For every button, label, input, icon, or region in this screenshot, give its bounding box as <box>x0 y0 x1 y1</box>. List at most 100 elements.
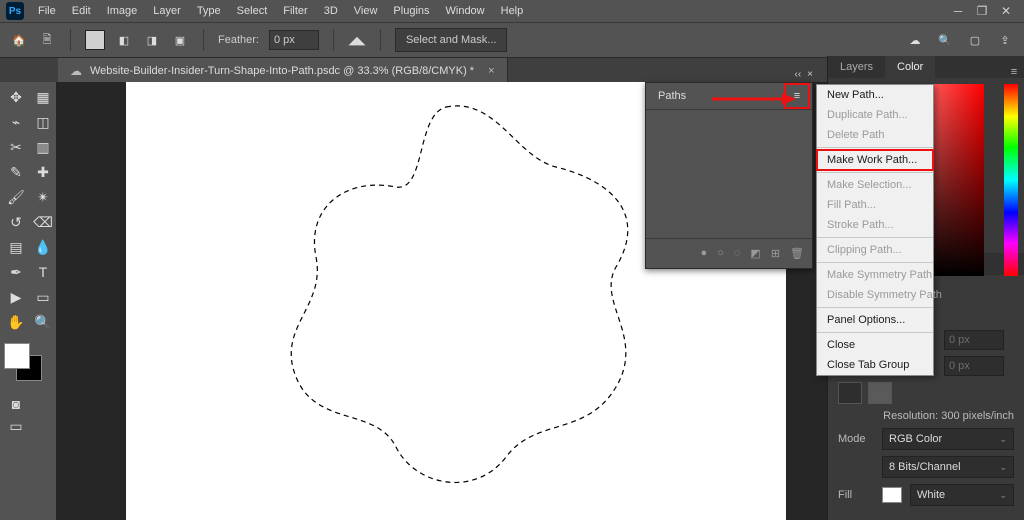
menu-window[interactable]: Window <box>438 2 493 20</box>
delete-path-icon[interactable]: 🗑 <box>790 247 804 260</box>
search-icon[interactable]: 🔍 <box>936 31 954 49</box>
menu-help[interactable]: Help <box>493 2 532 20</box>
color-panel-menu-icon[interactable]: ≡ <box>1004 66 1024 78</box>
fill-dropdown[interactable]: White⌄ <box>910 484 1014 506</box>
flyout-item[interactable]: Close Tab Group <box>817 355 933 375</box>
options-bar: 🏠 🗎 ◧ ◨ ▣ Feather: ◢◣ Select and Mask...… <box>0 23 1024 58</box>
resolution-label: Resolution: 300 pixels/inch <box>838 410 1014 422</box>
pen-tool-icon[interactable]: ✒ <box>4 261 28 283</box>
quick-mask-icon[interactable]: ◙ <box>4 393 28 415</box>
object-select-tool-icon[interactable]: ◫ <box>31 111 55 133</box>
tab-layers[interactable]: Layers <box>828 56 885 78</box>
menu-image[interactable]: Image <box>99 2 146 20</box>
canvas-x-field: 0 px <box>944 330 1004 350</box>
flyout-item: Make Selection... <box>817 175 933 195</box>
artboard-tool-icon[interactable]: ▦ <box>31 86 55 108</box>
selection-intersect-icon[interactable]: ▣ <box>171 31 189 49</box>
paths-footer: ● ○ ◌ ◩ ⊞ 🗑 <box>646 238 812 267</box>
share-icon[interactable]: ⇪ <box>996 31 1014 49</box>
menu-view[interactable]: View <box>346 2 386 20</box>
window-close-icon[interactable]: ✕ <box>994 4 1018 18</box>
flyout-item[interactable]: Close <box>817 335 933 355</box>
path-select-icon[interactable]: ▶ <box>4 286 28 308</box>
color-panel-tabs: Layers Color ≡ <box>828 56 1024 78</box>
menu-plugins[interactable]: Plugins <box>385 2 437 20</box>
window-restore-icon[interactable]: ❐ <box>970 4 994 18</box>
hue-slider[interactable] <box>1004 84 1018 276</box>
menu-select[interactable]: Select <box>229 2 276 20</box>
paths-list[interactable] <box>646 110 812 238</box>
app-logo: Ps <box>6 2 24 20</box>
anti-alias-icon[interactable]: ◢◣ <box>348 31 366 49</box>
paths-panel: ‹‹ × Paths ≡ ● ○ ◌ ◩ ⊞ 🗑 <box>645 82 813 269</box>
select-and-mask-button[interactable]: Select and Mask... <box>395 28 508 52</box>
cloud-icon: ☁ <box>70 64 82 78</box>
hand-tool-icon[interactable]: ✋ <box>4 311 28 333</box>
brush-tool-icon[interactable]: 🖌 <box>4 186 28 208</box>
menu-type[interactable]: Type <box>189 2 229 20</box>
color-swatches[interactable] <box>4 343 44 383</box>
orientation-landscape-icon[interactable] <box>868 382 892 404</box>
mode-dropdown[interactable]: RGB Color⌄ <box>882 428 1014 450</box>
mask-icon[interactable]: ◩ <box>750 247 760 260</box>
flyout-item: Stroke Path... <box>817 215 933 235</box>
clone-tool-icon[interactable]: ✴ <box>31 186 55 208</box>
menu-edit[interactable]: Edit <box>64 2 99 20</box>
document-tab[interactable]: ☁ Website-Builder-Insider-Turn-Shape-Int… <box>58 58 508 84</box>
canvas-y-field: 0 px <box>944 356 1004 376</box>
heal-tool-icon[interactable]: ✚ <box>31 161 55 183</box>
menu-filter[interactable]: Filter <box>275 2 315 20</box>
flyout-item[interactable]: Panel Options... <box>817 310 933 330</box>
selection-new-icon[interactable] <box>85 30 105 50</box>
flyout-item: Make Symmetry Path <box>817 265 933 285</box>
blur-tool-icon[interactable]: 💧 <box>31 236 55 258</box>
eraser-tool-icon[interactable]: ⌫ <box>31 211 55 233</box>
foreground-swatch[interactable] <box>4 343 30 369</box>
feather-input[interactable] <box>269 30 319 50</box>
type-tool-icon[interactable]: T <box>31 261 55 283</box>
eyedropper-tool-icon[interactable]: ✎ <box>4 161 28 183</box>
path-to-selection-icon[interactable]: ◌ <box>734 247 741 259</box>
bit-depth-dropdown[interactable]: 8 Bits/Channel⌄ <box>882 456 1014 478</box>
panel-collapse-close: ‹‹ × <box>794 69 813 80</box>
frame-tool-icon[interactable]: ▥ <box>31 136 55 158</box>
mode-label: Mode <box>838 433 874 445</box>
tab-color[interactable]: Color <box>885 56 935 78</box>
stroke-path-icon[interactable]: ○ <box>717 247 724 259</box>
shape-tool-icon[interactable]: ▭ <box>31 286 55 308</box>
paths-panel-menu-button[interactable]: ≡ <box>784 83 810 109</box>
history-brush-icon[interactable]: ↺ <box>4 211 28 233</box>
flyout-item[interactable]: Make Work Path... <box>817 150 933 170</box>
flyout-item: Clipping Path... <box>817 240 933 260</box>
paths-tab[interactable]: Paths <box>646 83 698 109</box>
menu-layer[interactable]: Layer <box>145 2 189 20</box>
tab-close-icon[interactable]: × <box>488 65 494 77</box>
workspace-icon[interactable]: ▢ <box>966 31 984 49</box>
fill-swatch[interactable] <box>882 487 902 503</box>
zoom-tool-icon[interactable]: 🔍 <box>31 311 55 333</box>
paths-panel-flyout-menu: New Path...Duplicate Path...Delete PathM… <box>816 84 934 376</box>
home-icon[interactable]: 🏠 <box>10 31 28 49</box>
panel-collapse-icon[interactable]: ‹‹ <box>794 69 801 80</box>
fill-path-icon[interactable]: ● <box>701 247 708 259</box>
selection-subtract-icon[interactable]: ◨ <box>143 31 161 49</box>
move-tool-icon[interactable]: ✥ <box>4 86 28 108</box>
cloud-docs-icon[interactable]: ☁ <box>906 31 924 49</box>
flyout-item[interactable]: New Path... <box>817 85 933 105</box>
panel-close-icon[interactable]: × <box>807 69 813 80</box>
crop-tool-icon[interactable]: ✂ <box>4 136 28 158</box>
window-minimize-icon[interactable]: ─ <box>946 4 970 18</box>
screen-mode-icon[interactable]: ▭ <box>4 415 28 437</box>
flyout-item: Disable Symmetry Path <box>817 285 933 305</box>
menu-3d[interactable]: 3D <box>316 2 346 20</box>
fill-label: Fill <box>838 489 874 501</box>
lasso-tool-icon[interactable]: ⌁ <box>4 111 28 133</box>
menu-file[interactable]: File <box>30 2 64 20</box>
new-path-icon[interactable]: ⊞ <box>771 247 780 260</box>
feather-label: Feather: <box>218 34 259 46</box>
menu-bar: Ps File Edit Image Layer Type Select Fil… <box>0 0 1024 23</box>
recent-icon[interactable]: 🗎 <box>38 31 56 49</box>
orientation-portrait-icon[interactable] <box>838 382 862 404</box>
gradient-tool-icon[interactable]: ▤ <box>4 236 28 258</box>
selection-add-icon[interactable]: ◧ <box>115 31 133 49</box>
